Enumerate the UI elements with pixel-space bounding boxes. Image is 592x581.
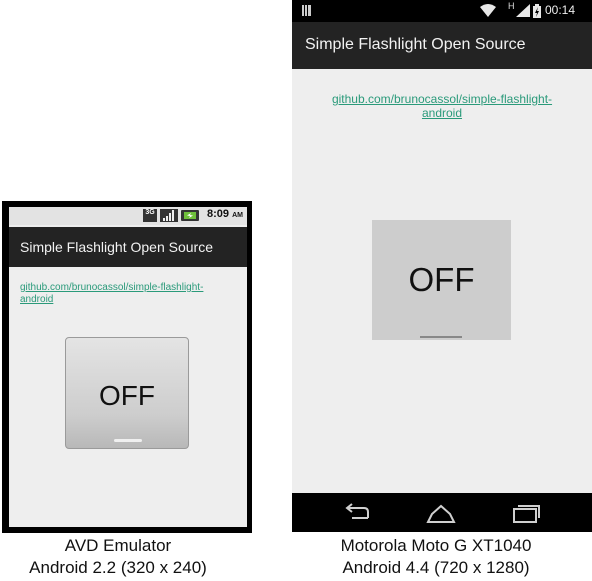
moto-caption: Motorola Moto G XT1040 Android 4.4 (720 … <box>300 535 572 579</box>
status-time: 8:09 AM <box>207 208 243 220</box>
moto-status-bar: H 00:14 <box>292 0 592 22</box>
signal-icon <box>160 209 178 222</box>
avd-caption-line2: Android 2.2 (320 x 240) <box>29 558 207 577</box>
network-type-label: H <box>508 1 515 11</box>
battery-icon <box>533 4 541 18</box>
avd-screen: 3G 8:09 AM Simple Flashlight Open Source… <box>9 207 247 527</box>
flashlight-toggle-button[interactable]: OFF <box>372 220 511 340</box>
navigation-bar <box>292 493 592 532</box>
github-link-line2[interactable]: android <box>20 294 53 305</box>
flashlight-toggle-button[interactable]: OFF <box>65 337 189 449</box>
toggle-label: OFF <box>99 380 155 411</box>
moto-screen: H 00:14 Simple Flashlight Open Source gi… <box>292 0 592 532</box>
home-icon[interactable] <box>426 502 456 524</box>
toggle-indicator <box>420 336 462 338</box>
recents-icon[interactable] <box>511 502 541 524</box>
github-link-line2[interactable]: android <box>422 106 462 120</box>
back-icon[interactable] <box>342 502 372 524</box>
moto-caption-line2: Android 4.4 (720 x 1280) <box>342 558 530 577</box>
notification-icon <box>302 5 311 16</box>
network-3g-icon: 3G <box>143 209 157 222</box>
app-title: Simple Flashlight Open Source <box>305 36 526 53</box>
avd-status-bar: 3G 8:09 AM <box>9 207 247 225</box>
toggle-label: OFF <box>408 261 475 298</box>
avd-caption-line1: AVD Emulator <box>64 536 172 555</box>
signal-icon <box>516 4 530 17</box>
toggle-indicator <box>114 439 142 442</box>
github-link[interactable]: github.com/brunocassol/simple-flashlight… <box>312 92 572 120</box>
wifi-icon <box>480 4 496 17</box>
battery-icon <box>181 210 199 221</box>
github-link[interactable]: github.com/brunocassol/simple-flashlight… <box>20 282 238 306</box>
app-title: Simple Flashlight Open Source <box>20 239 213 255</box>
moto-caption-line1: Motorola Moto G XT1040 <box>340 536 532 555</box>
action-bar: Simple Flashlight Open Source <box>292 22 592 69</box>
avd-caption: AVD Emulator Android 2.2 (320 x 240) <box>0 535 236 579</box>
github-link-line1[interactable]: github.com/brunocassol/simple-flashlight… <box>332 92 552 106</box>
status-time: 00:14 <box>545 3 576 17</box>
github-link-line1[interactable]: github.com/brunocassol/simple-flashlight… <box>20 282 203 293</box>
action-bar: Simple Flashlight Open Source <box>9 227 247 267</box>
